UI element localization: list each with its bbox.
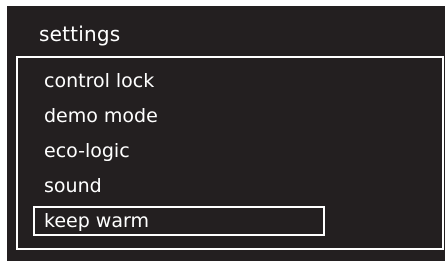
page-title: settings <box>39 22 121 46</box>
settings-screen: settings control lock demo mode eco-logi… <box>7 6 445 261</box>
menu-item-keep-warm[interactable]: keep warm <box>33 206 325 236</box>
menu-item-eco-logic[interactable]: eco-logic <box>44 136 130 166</box>
settings-menu: control lock demo mode eco-logic sound k… <box>16 56 444 250</box>
menu-item-sound[interactable]: sound <box>44 171 102 201</box>
menu-item-control-lock[interactable]: control lock <box>44 66 154 96</box>
menu-item-demo-mode[interactable]: demo mode <box>44 101 158 131</box>
